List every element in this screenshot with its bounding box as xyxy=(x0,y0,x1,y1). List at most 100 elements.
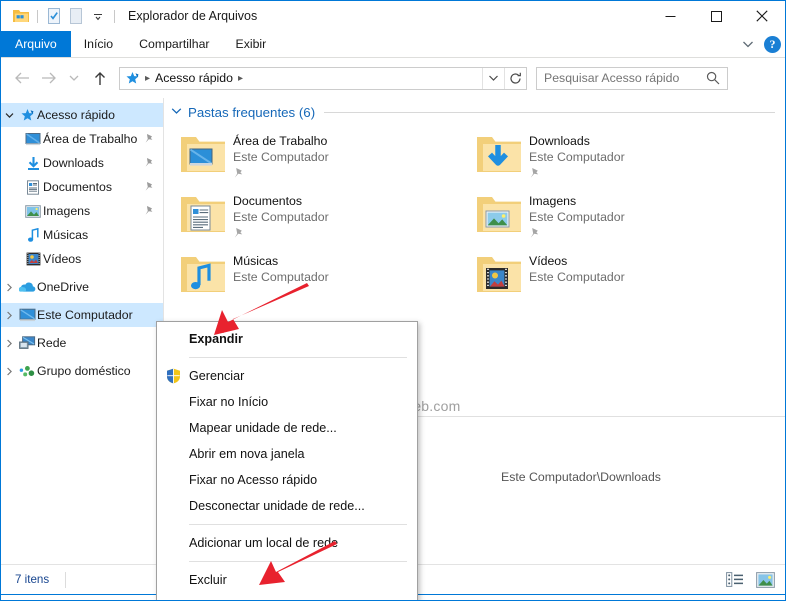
search-input[interactable] xyxy=(537,71,697,85)
context-menu-item-gerenciar[interactable]: Gerenciar xyxy=(157,363,417,389)
tile-downloads[interactable]: Downloads Este Computador xyxy=(461,126,757,186)
tab-arquivo[interactable]: Arquivo xyxy=(1,31,71,57)
pin-icon xyxy=(144,205,155,219)
breadcrumb-separator-1[interactable]: ▸ xyxy=(145,73,150,84)
tile-imagens[interactable]: Imagens Este Computador xyxy=(461,186,757,246)
navigation-pane: Acesso rápido Área de Trabalho Downloads… xyxy=(1,98,164,564)
context-menu-item-mapear-unidade-de-rede[interactable]: Mapear unidade de rede... xyxy=(157,415,417,441)
detail-path-text: Este Computador\Downloads xyxy=(501,470,661,484)
address-path-box[interactable]: ▸ Acesso rápido ▸ xyxy=(119,66,527,90)
context-menu: Expandir Gerenciar Fixar no Início Mapea… xyxy=(156,321,418,600)
context-menu-item-expandir[interactable]: Expandir xyxy=(157,326,417,352)
status-divider xyxy=(65,571,67,588)
chevron-right-icon[interactable] xyxy=(1,339,17,348)
sidebar-item-videos[interactable]: Vídeos xyxy=(1,247,163,271)
forward-button[interactable] xyxy=(35,63,61,93)
large-icons-view-icon[interactable] xyxy=(755,571,775,589)
sidebar-item-imagens[interactable]: Imagens xyxy=(1,199,163,223)
sidebar-item-musicas[interactable]: Músicas xyxy=(1,223,163,247)
context-menu-item-fixar-no-acesso-rapido[interactable]: Fixar no Acesso rápido xyxy=(157,467,417,493)
videos-folder-icon xyxy=(23,252,43,266)
sidebar-item-downloads[interactable]: Downloads xyxy=(1,151,163,175)
tab-compartilhar[interactable]: Compartilhar xyxy=(126,31,222,57)
context-menu-item-fixar-no-inicio[interactable]: Fixar no Início xyxy=(157,389,417,415)
tile-area-de-trabalho[interactable]: Área de Trabalho Este Computador xyxy=(165,126,461,186)
explorer-folder-icon[interactable] xyxy=(10,5,32,27)
refresh-icon[interactable] xyxy=(504,67,526,89)
context-menu-item-desconectar-unidade-de-rede[interactable]: Desconectar unidade de rede... xyxy=(157,493,417,519)
menu-item-label: Adicionar um local de rede xyxy=(189,536,339,550)
tile-documentos[interactable]: Documentos Este Computador xyxy=(165,186,461,246)
details-view-icon[interactable] xyxy=(725,571,745,589)
menu-item-label: Fixar no Início xyxy=(189,395,269,409)
tile-location: Este Computador xyxy=(529,270,625,284)
tile-name: Área de Trabalho xyxy=(233,134,328,148)
sidebar-item-label: OneDrive xyxy=(37,280,89,294)
properties-icon[interactable] xyxy=(43,5,65,27)
ribbon-tabs: Arquivo Início Compartilhar Exibir xyxy=(1,31,785,57)
sidebar-item-label: Área de Trabalho xyxy=(43,132,138,146)
address-bar-buttons xyxy=(482,67,526,89)
menu-separator xyxy=(189,357,407,358)
search-box[interactable] xyxy=(536,66,728,90)
sidebar-item-este-computador[interactable]: Este Computador xyxy=(1,303,163,327)
menu-item-label: Abrir em nova janela xyxy=(189,447,305,461)
sidebar-item-area-de-trabalho[interactable]: Área de Trabalho xyxy=(1,127,163,151)
chevron-down-icon[interactable] xyxy=(1,112,17,119)
back-button[interactable] xyxy=(9,63,35,93)
sidebar-item-label: Rede xyxy=(37,336,67,350)
tile-videos[interactable]: Vídeos Este Computador xyxy=(461,246,757,306)
chevron-right-icon[interactable] xyxy=(1,311,17,320)
group-header-rule xyxy=(324,111,775,113)
group-header-pastas-frequentes[interactable]: Pastas frequentes (6) xyxy=(165,98,785,126)
context-menu-item-adicionar-um-local-de-rede[interactable]: Adicionar um local de rede xyxy=(157,530,417,556)
sidebar-item-onedrive[interactable]: OneDrive xyxy=(1,275,163,299)
sidebar-item-label: Este Computador xyxy=(37,308,133,322)
expand-ribbon-chevron-icon[interactable] xyxy=(738,34,758,54)
toolbar-divider xyxy=(37,9,38,23)
sidebar-item-label: Vídeos xyxy=(43,252,82,266)
tile-text: Downloads Este Computador xyxy=(523,132,625,184)
sidebar-item-acesso-rapido[interactable]: Acesso rápido xyxy=(1,103,163,127)
sidebar-item-label: Documentos xyxy=(43,180,113,194)
pin-icon xyxy=(144,133,155,147)
help-icon[interactable]: ? xyxy=(764,35,781,53)
chevron-right-icon[interactable] xyxy=(1,283,17,292)
address-dropdown-icon[interactable] xyxy=(482,67,504,89)
context-menu-item-renomear[interactable]: Renomear xyxy=(157,593,417,600)
tile-text: Área de Trabalho Este Computador xyxy=(227,132,329,184)
chevron-down-icon[interactable] xyxy=(171,106,182,118)
quick-access-toolbar: Explorador de Arquivos xyxy=(1,5,257,27)
maximize-button[interactable] xyxy=(693,1,739,31)
group-header-label: Pastas frequentes (6) xyxy=(188,104,316,120)
chevron-right-icon[interactable] xyxy=(1,367,17,376)
downloads-folder-icon xyxy=(23,156,43,171)
customize-toolbar-chevron-icon[interactable] xyxy=(87,5,109,27)
sidebar-item-rede[interactable]: Rede xyxy=(1,331,163,355)
context-menu-item-abrir-em-nova-janela[interactable]: Abrir em nova janela xyxy=(157,441,417,467)
up-button[interactable] xyxy=(87,63,113,93)
recent-locations-button[interactable] xyxy=(61,63,87,93)
menu-separator xyxy=(189,561,407,562)
context-menu-item-excluir[interactable]: Excluir xyxy=(157,567,417,593)
tab-exibir[interactable]: Exibir xyxy=(223,31,280,57)
breadcrumb-acesso-rapido[interactable]: Acesso rápido xyxy=(155,71,233,85)
pictures-folder-icon xyxy=(23,204,43,218)
search-icon[interactable] xyxy=(706,71,720,90)
tile-text: Imagens Este Computador xyxy=(523,192,625,244)
tile-location: Este Computador xyxy=(233,150,329,164)
minimize-button[interactable] xyxy=(647,1,693,31)
breadcrumb-separator-2[interactable]: ▸ xyxy=(238,73,243,84)
file-explorer-window: Explorador de Arquivos Arquivo Início Co… xyxy=(0,0,786,601)
tile-musicas[interactable]: Músicas Este Computador xyxy=(165,246,461,306)
close-button[interactable] xyxy=(739,1,785,31)
sidebar-item-documentos[interactable]: Documentos xyxy=(1,175,163,199)
tile-name: Downloads xyxy=(529,134,590,148)
tab-inicio[interactable]: Início xyxy=(71,31,126,57)
address-bar: ▸ Acesso rápido ▸ xyxy=(1,58,785,98)
tile-text: Documentos Este Computador xyxy=(227,192,329,244)
pin-icon xyxy=(233,226,329,244)
sidebar-item-grupo-domestico[interactable]: Grupo doméstico xyxy=(1,359,163,383)
menu-item-label: Fixar no Acesso rápido xyxy=(189,473,318,487)
new-folder-icon[interactable] xyxy=(65,5,87,27)
